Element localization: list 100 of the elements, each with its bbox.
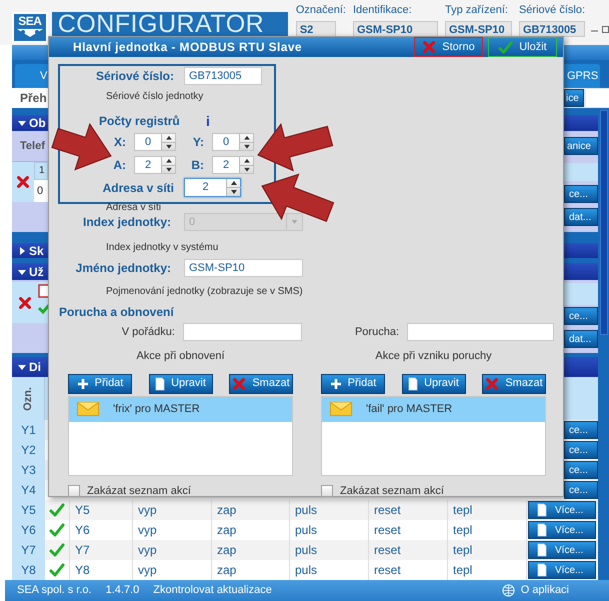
plus-icon [76,378,89,390]
header-button[interactable]: anice [564,137,598,155]
table-cell-text: Y5 [75,502,90,519]
section-title: Porucha a obnovení [58,304,175,321]
name-field[interactable]: GSM-SP10 [184,259,303,277]
delete-icon [232,376,246,390]
group-title: Počty registrů [98,113,181,130]
table-cell-text: Y8 [75,562,90,579]
text-field[interactable] [182,323,302,341]
more-button[interactable]: Více... [528,521,596,539]
table-row [564,163,598,181]
table-cell-text: zap [217,502,236,519]
table-cell-text: reset [374,542,401,559]
more-button[interactable]: ce... [564,185,598,203]
more-button[interactable]: Více... [528,561,596,579]
row-label: Y4 [12,480,45,500]
spinner-arrows[interactable] [226,179,240,196]
info-mark[interactable]: i [206,114,210,128]
cancel-button[interactable]: Storno [414,37,483,57]
field-hint: Sériové číslo jednotky [105,90,204,104]
document-icon [408,376,418,390]
info-field: S2 [296,20,336,36]
number-spinner[interactable]: 2 [134,156,176,174]
table-cell-text: puls [295,542,318,559]
action-item[interactable]: 'fail' pro MASTER [322,396,545,422]
add-button[interactable]: Přidat [68,374,132,394]
serial-field[interactable]: GB713005 [184,67,262,85]
more-button[interactable]: Více... [528,541,596,559]
spinner-arrows[interactable] [239,157,253,173]
table-cell-text: vyp [138,542,157,559]
caret-icon[interactable] [18,363,26,371]
row-label: Y3 [12,460,45,480]
table-cell-text: vyp [138,562,157,579]
save-button[interactable]: Uložit [488,37,557,57]
row-label: Y8 [12,560,45,580]
table-cell-text: reset [374,502,401,519]
info-field: GB713005 [518,20,585,36]
document-icon [537,503,547,517]
spinner-arrows[interactable] [161,157,175,173]
row-label: Y7 [12,540,45,560]
envelope-icon [77,402,99,416]
table-cell-text: vyp [138,522,157,539]
field-label: Označení: [296,3,346,18]
text-field[interactable] [586,89,609,107]
delete-button[interactable]: Smazat [482,374,546,394]
more-button[interactable]: dat... [564,330,598,348]
field-label: Adresa v síti [102,180,174,196]
edit-button[interactable]: Upravit [148,374,212,394]
row-label: Y5 [12,500,45,520]
more-button[interactable]: ce... [564,307,598,325]
delete-button[interactable]: Smazat [229,374,293,394]
more-button[interactable]: ce... [564,481,598,499]
scrollbar[interactable] [600,110,608,335]
panel-caption: Akce při obnovení [135,349,226,364]
field-label: Index jednotky: [82,214,171,231]
update-link[interactable]: Zkontrolovat aktualizace [153,582,272,599]
info-field: GSM-SP10 [352,20,438,36]
add-button[interactable]: Přidat [321,374,385,394]
table-cell-text: zap [217,522,236,539]
spinner-arrows[interactable] [239,134,253,150]
field-label: Sériové číslo: [518,3,585,18]
spinner-arrows[interactable] [161,134,175,150]
toolbar-button[interactable]: ice [564,89,584,107]
caret-icon[interactable] [18,246,26,254]
column-header: Telef [20,138,45,154]
field-label: Identifikace: [352,3,413,18]
checkbox-label: Zakázat seznam akcí [340,484,444,498]
number-spinner[interactable]: 2 [184,178,241,197]
about-link[interactable]: O aplikaci [520,582,569,599]
table-cell-text: reset [374,562,401,579]
number-spinner[interactable]: 0 [212,133,254,151]
document-icon [537,543,547,557]
globe-icon [502,584,515,597]
delete-icon [16,175,30,189]
check-icon [498,40,514,54]
caret-icon[interactable] [18,268,26,276]
number-spinner[interactable]: 0 [134,133,176,151]
maximize-icon[interactable] [602,26,609,33]
field-label: Sériové číslo: [94,68,174,85]
check-icon [49,542,65,558]
more-button[interactable]: dat... [564,208,598,226]
checkbox[interactable] [68,484,80,497]
checkbox-label: Zakázat seznam akcí [87,484,191,498]
section-title: Sk [29,242,44,260]
checkbox[interactable] [321,484,333,497]
text-field[interactable] [407,323,554,341]
field-label: Typ zařízení: [444,3,509,18]
edit-button[interactable]: Upravit [402,374,466,394]
table-cell-text: puls [295,522,318,539]
table-cell-text: tepl [453,502,472,519]
number-spinner[interactable]: 2 [212,156,254,174]
row-label: Y1 [12,420,45,440]
more-button[interactable]: ce... [564,421,598,439]
action-item[interactable]: 'frix' pro MASTER [69,396,292,422]
more-button[interactable]: ce... [564,461,598,479]
check-icon [49,522,65,538]
delete-icon [18,296,32,310]
more-button[interactable]: Více... [528,501,596,519]
caret-icon[interactable] [18,119,26,127]
more-button[interactable]: ce... [564,441,598,459]
